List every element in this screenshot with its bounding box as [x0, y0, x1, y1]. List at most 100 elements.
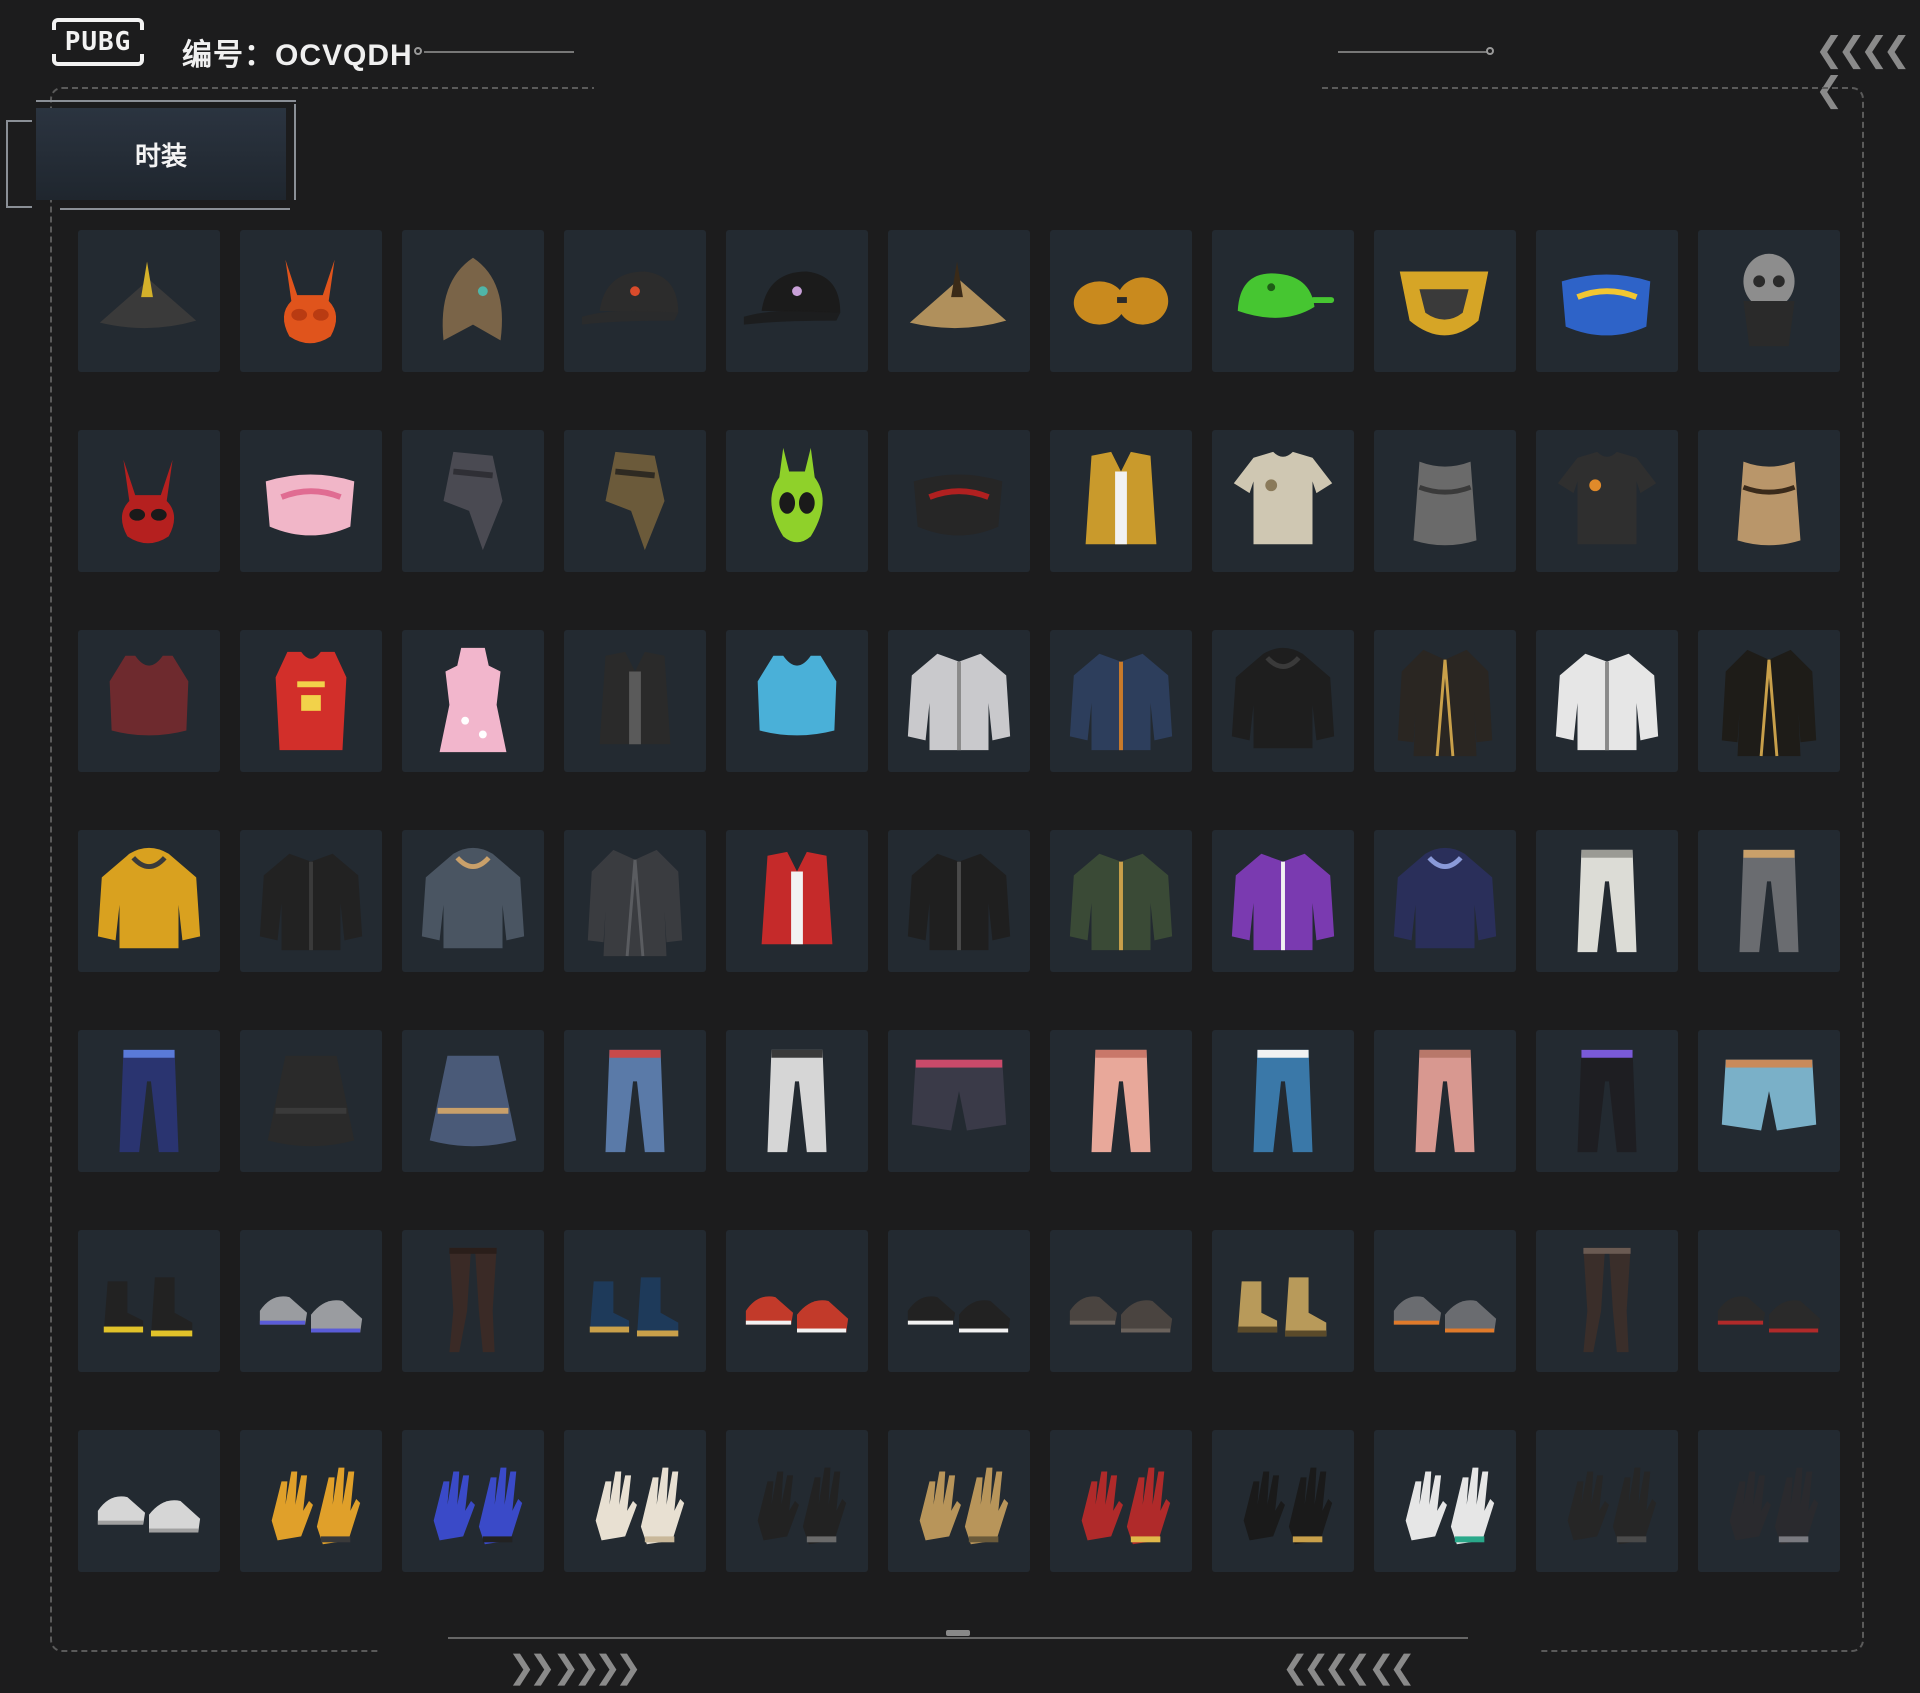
item-slot-black-hooded-cloak[interactable] — [1212, 630, 1354, 772]
item-slot-brown-tights[interactable] — [402, 1230, 544, 1372]
paw-slippers-icon — [1069, 1296, 1173, 1333]
header-line-left — [424, 51, 574, 53]
item-slot-black-quilted-mask[interactable] — [888, 430, 1030, 572]
item-slot-grey-running-shoes[interactable] — [240, 1230, 382, 1372]
item-slot-charcoal-parka[interactable] — [564, 830, 706, 972]
item-slot-yellow-black-boots[interactable] — [78, 1230, 220, 1372]
item-slot-gold-tribal-top[interactable] — [1698, 430, 1840, 572]
item-slot-grey-scarf[interactable] — [402, 430, 544, 572]
white-hand-ring-icon — [1405, 1467, 1495, 1545]
white-graffiti-pants-icon — [767, 1049, 827, 1153]
item-slot-pink-track-pants[interactable] — [1374, 1030, 1516, 1172]
item-slot-green-frog-hat[interactable] — [1212, 230, 1354, 372]
item-slot-white-graffiti-pants[interactable] — [726, 1030, 868, 1172]
item-slot-black-jacket[interactable] — [240, 830, 382, 972]
item-slot-red-high-tops[interactable] — [726, 1230, 868, 1372]
gold-puffer-vest-icon — [1085, 451, 1157, 545]
item-slot-tan-work-boots[interactable] — [1212, 1230, 1354, 1372]
item-slot-orange-bunny-mask[interactable] — [240, 230, 382, 372]
item-slot-black-track-pants[interactable] — [1536, 1030, 1678, 1172]
item-slot-black-gold-trench[interactable] — [1698, 630, 1840, 772]
white-gloves-icon — [595, 1467, 685, 1545]
item-slot-maroon-22-crop-top[interactable] — [78, 630, 220, 772]
item-slot-pink-jogger-pants[interactable] — [1050, 1030, 1192, 1172]
item-slot-blue-jeans[interactable] — [564, 1030, 706, 1172]
item-slot-denim-shorts-stockings[interactable] — [888, 1030, 1030, 1172]
light-blue-shorts-icon — [1721, 1059, 1817, 1131]
item-slot-gold-face-guard[interactable] — [1374, 230, 1516, 372]
white-utility-jacket-icon — [1555, 653, 1659, 751]
tab-fashion[interactable]: 时装 — [36, 108, 286, 200]
item-slot-grey-orange-sneakers[interactable] — [1374, 1230, 1516, 1372]
item-slot-gold-gauntlet[interactable] — [888, 1430, 1030, 1572]
item-slot-blue-camo-leggings[interactable] — [78, 1030, 220, 1172]
item-slot-white-hand-ring[interactable] — [1374, 1430, 1516, 1572]
item-slot-blue-thigh-boots[interactable] — [564, 1230, 706, 1372]
blue-camo-leggings-icon — [119, 1049, 179, 1153]
item-slot-black-claw-gloves[interactable] — [726, 1430, 868, 1572]
item-slot-olive-bomber[interactable] — [1050, 830, 1192, 972]
item-slot-pink-face-mask[interactable] — [240, 430, 382, 572]
black-quilted-mask-icon — [913, 474, 1003, 536]
item-slot-grey-corset[interactable] — [1374, 430, 1516, 572]
item-slot-red-floral-vest[interactable] — [726, 830, 868, 972]
item-slot-black-leather-gloves[interactable] — [1536, 1430, 1678, 1572]
brown-tights-icon — [449, 1247, 497, 1353]
item-slot-tie-dye-halter-top[interactable] — [726, 630, 868, 772]
item-slot-grey-cargo-pants[interactable] — [1698, 830, 1840, 972]
item-slot-camo-scarf[interactable] — [564, 430, 706, 572]
item-slot-red-gold-gloves[interactable] — [1050, 1430, 1192, 1572]
item-slot-feathered-tricorn-hat[interactable] — [78, 230, 220, 372]
maroon-22-crop-top-icon — [109, 655, 189, 736]
grey-sweatshirt-icon — [421, 847, 525, 949]
black-armored-gloves-icon — [1729, 1467, 1819, 1545]
item-slot-denim-jacket[interactable] — [1050, 630, 1192, 772]
item-slot-orange-fingerless-gloves[interactable] — [240, 1430, 382, 1572]
white-sneakers-icon — [97, 1496, 201, 1533]
item-slot-light-blue-shorts[interactable] — [1698, 1030, 1840, 1172]
item-slot-black-white-sneakers[interactable] — [888, 1230, 1030, 1372]
item-slot-white-trousers[interactable] — [1536, 830, 1678, 972]
item-slot-paw-slippers[interactable] — [1050, 1230, 1192, 1372]
item-slot-black-ring-gloves[interactable] — [1212, 1430, 1354, 1572]
item-slot-aztec-print-skirt[interactable] — [402, 1030, 544, 1172]
item-slot-amber-goggles[interactable] — [1050, 230, 1192, 372]
item-slot-black-draped-skirt[interactable] — [240, 1030, 382, 1172]
item-slot-patterned-stockings[interactable] — [1536, 1230, 1678, 1372]
item-slot-blue-graffiti-mask[interactable] — [1536, 230, 1678, 372]
item-slot-black-leather-jacket[interactable] — [888, 830, 1030, 972]
yellow-hoodie-icon — [97, 847, 201, 949]
item-slot-white-sneakers[interactable] — [78, 1430, 220, 1572]
green-frog-hat-icon — [1237, 273, 1335, 318]
item-slot-purple-colorblock-jacket[interactable] — [1212, 830, 1354, 972]
item-slot-white-gloves[interactable] — [564, 1430, 706, 1572]
item-slot-navy-sash-sweater[interactable] — [1374, 830, 1516, 972]
item-slot-black-cap-logo[interactable] — [726, 230, 868, 372]
item-slot-tan-bucket-hat[interactable] — [888, 230, 1030, 372]
black-ring-gloves-icon — [1243, 1467, 1333, 1545]
item-slot-red-demon-mask[interactable] — [78, 430, 220, 572]
scroll-handle[interactable] — [946, 1630, 970, 1636]
item-slot-black-gold-coat[interactable] — [1374, 630, 1516, 772]
item-slot-black-tactical-vest[interactable] — [564, 630, 706, 772]
item-slot-black-star-tshirt[interactable] — [1536, 430, 1678, 572]
item-slot-black-armored-gloves[interactable] — [1698, 1430, 1840, 1572]
item-slot-green-alien-hood[interactable] — [726, 430, 868, 572]
item-slot-red-23-jersey[interactable] — [240, 630, 382, 772]
item-slot-skull-balaclava[interactable] — [1698, 230, 1840, 372]
item-slot-black-baseball-cap[interactable] — [564, 230, 706, 372]
item-slot-gold-puffer-vest[interactable] — [1050, 430, 1192, 572]
item-slot-yellow-hoodie[interactable] — [78, 830, 220, 972]
item-slot-black-red-sneakers[interactable] — [1698, 1230, 1840, 1372]
orange-fingerless-gloves-icon — [271, 1467, 361, 1545]
item-slot-bronze-eagle-helmet[interactable] — [402, 230, 544, 372]
item-slot-pink-floral-qipao[interactable] — [402, 630, 544, 772]
frame-gap-top — [594, 80, 1318, 94]
black-gold-coat-icon — [1397, 649, 1493, 757]
item-slot-beige-vest-shirt[interactable] — [1212, 430, 1354, 572]
item-slot-blue-tactical-gloves[interactable] — [402, 1430, 544, 1572]
item-slot-silver-bomber-jacket[interactable] — [888, 630, 1030, 772]
item-slot-white-utility-jacket[interactable] — [1536, 630, 1678, 772]
item-slot-patched-blue-jeans[interactable] — [1212, 1030, 1354, 1172]
item-slot-grey-sweatshirt[interactable] — [402, 830, 544, 972]
